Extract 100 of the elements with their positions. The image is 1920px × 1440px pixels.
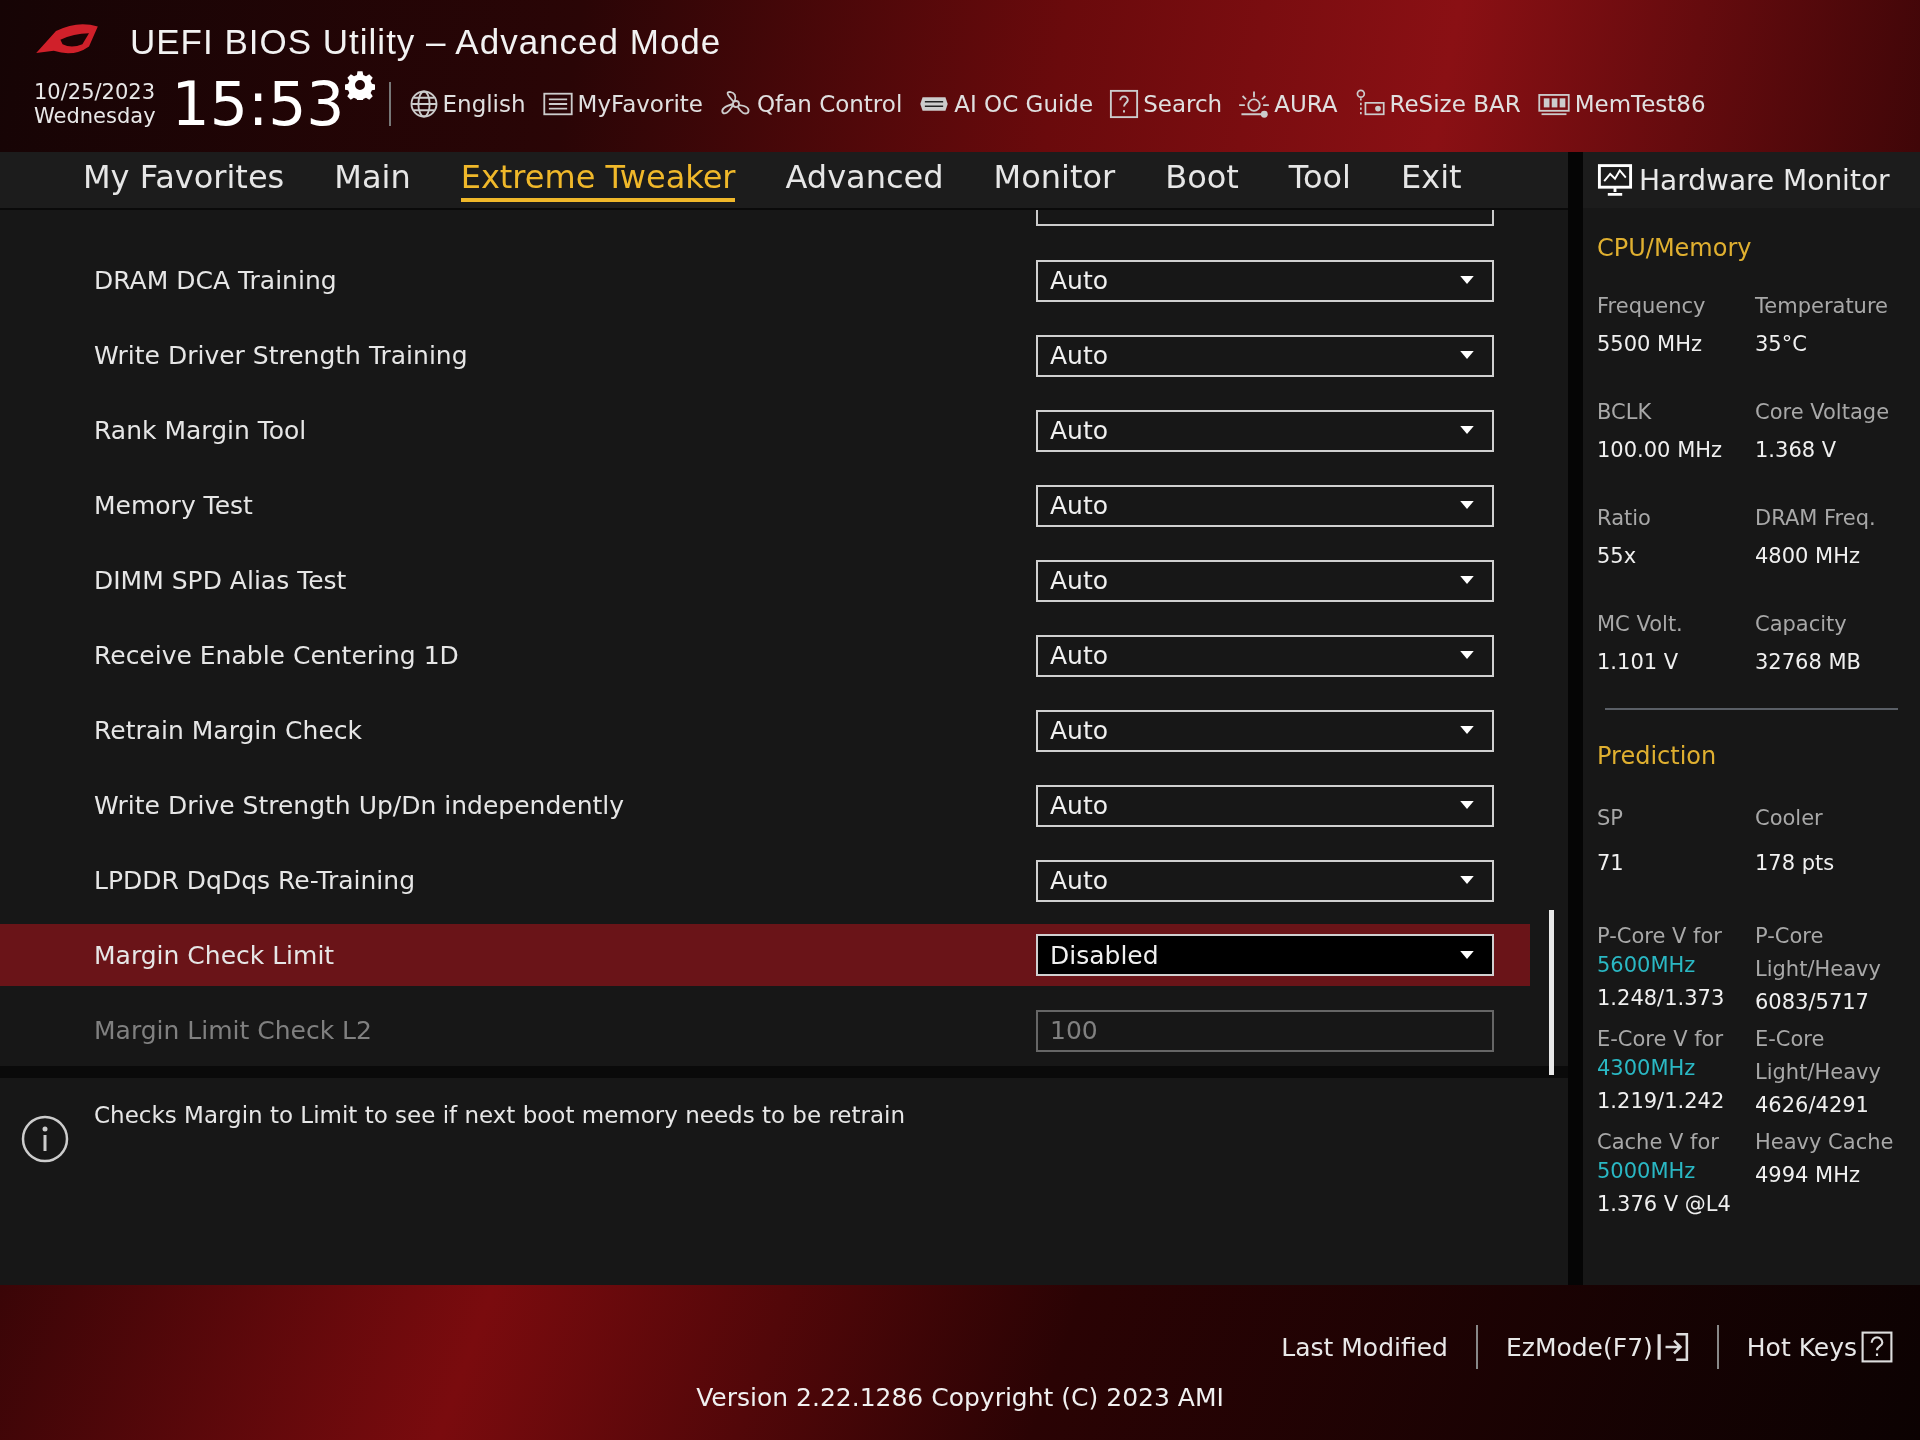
metric-label: SP	[1597, 805, 1624, 832]
metric-value: 71	[1597, 850, 1625, 877]
metric-value: 1.219/1.242	[1597, 1088, 1726, 1115]
metric-label: E-Core V for	[1597, 1026, 1725, 1053]
setting-dropdown[interactable]: Auto	[1036, 709, 1494, 752]
setting-dropdown[interactable]: Auto	[1036, 334, 1494, 377]
memory-icon	[1536, 91, 1571, 117]
nav-tab[interactable]: Tool	[1288, 158, 1351, 202]
setting-dropdown[interactable]: Auto	[1036, 859, 1494, 902]
globe-icon	[408, 89, 439, 119]
info-icon	[20, 1114, 70, 1164]
toolbar-button[interactable]: MyFavorite	[541, 90, 703, 118]
nav-tab[interactable]: Monitor	[993, 158, 1116, 202]
setting-label: Receive Enable Centering 1D	[94, 641, 459, 670]
section-title: Prediction	[1597, 742, 1718, 770]
metric-label: Ratio	[1597, 506, 1652, 530]
date-text: 10/25/2023	[34, 80, 156, 104]
nav-tab[interactable]: My Favorites	[83, 158, 285, 202]
setting-row[interactable]: Memory Test Auto	[0, 468, 1568, 543]
metric-value: 1.248/1.373	[1597, 985, 1726, 1012]
setting-dropdown[interactable]: Auto	[1036, 484, 1494, 527]
metric-value: 1.101 V	[1597, 650, 1680, 674]
toolbar-button[interactable]: English	[408, 89, 526, 119]
toolbar-button[interactable]: AURA	[1238, 89, 1338, 119]
selected-row[interactable]: Margin Check Limit Disabled	[0, 924, 1530, 986]
setting-row[interactable]: Retrain Margin Check Auto	[0, 693, 1568, 768]
setting-row[interactable]: Rank Margin Tool Auto	[0, 393, 1568, 468]
setting-label: DRAM DCA Training	[94, 266, 337, 295]
metric-value: 55x	[1597, 544, 1638, 568]
clock-time: 15:53	[171, 72, 345, 136]
setting-label: Margin Limit Check L2	[94, 1016, 372, 1045]
setting-label: Rank Margin Tool	[94, 416, 307, 445]
setting-row[interactable]: Receive Enable Centering 1D Auto	[0, 618, 1568, 693]
setting-row[interactable]: LPDDR DqDqs Re-Training Auto	[0, 843, 1568, 918]
setting-row[interactable]: Write Drive Strength Up/Dn independently Auto	[0, 768, 1568, 843]
metric-frequency: 5000MHz	[1597, 1158, 1697, 1185]
setting-dropdown[interactable]: Auto	[1036, 634, 1494, 677]
metric-value: 178 pts	[1755, 850, 1836, 877]
caret-icon	[1460, 801, 1474, 810]
metric-value: 4994 MHz	[1755, 1162, 1862, 1189]
setting-row[interactable]: DIMM SPD Alias Test Auto	[0, 543, 1568, 618]
section-title: CPU/Memory	[1597, 234, 1753, 262]
toolbar-button[interactable]: Qfan Control	[718, 89, 903, 119]
metric-value: 32768 MB	[1755, 650, 1862, 674]
nav-tab[interactable]: Advanced	[785, 158, 944, 202]
setting-label: Memory Test	[94, 491, 253, 520]
metric-label: E-Core Light/Heavy	[1755, 1026, 1882, 1086]
toolbar-button[interactable]: Search	[1109, 89, 1223, 119]
setting-dropdown[interactable]: Auto	[1036, 409, 1494, 452]
setting-label: Retrain Margin Check	[94, 716, 362, 745]
metric-label: DRAM Freq.	[1755, 506, 1877, 530]
metric-frequency: 4300MHz	[1597, 1055, 1697, 1082]
setting-dropdown[interactable]: Auto	[1036, 784, 1494, 827]
metric-label: Core Voltage	[1755, 400, 1891, 424]
metric-label: Temperature	[1755, 294, 1890, 318]
toolbar-button[interactable]: ReSize BAR	[1353, 88, 1521, 120]
setting-dropdown[interactable]: Auto	[1036, 559, 1494, 602]
monitor-icon	[1597, 163, 1633, 197]
nav-tab[interactable]: Exit	[1401, 158, 1462, 202]
metric-label: Frequency	[1597, 294, 1707, 318]
caret-icon	[1460, 726, 1474, 735]
light-icon	[1238, 89, 1271, 119]
exit-icon	[1656, 1332, 1689, 1362]
caret-icon	[1460, 576, 1474, 585]
nav-tab[interactable]: Extreme Tweaker	[460, 158, 736, 202]
caret-icon	[1460, 351, 1474, 360]
footer-button[interactable]: EzMode(F7)	[1505, 1332, 1689, 1362]
setting-label: Write Driver Strength Training	[94, 341, 468, 370]
toolbar-button[interactable]: MemTest86	[1536, 91, 1706, 117]
footer-button[interactable]: Last Modified	[1281, 1332, 1448, 1362]
footer-button[interactable]: Hot Keys	[1746, 1331, 1893, 1363]
metric-value: 100.00 MHz	[1597, 438, 1724, 462]
metric-label: Cooler	[1755, 805, 1824, 832]
window-title: UEFI BIOS Utility – Advanced Mode	[130, 22, 722, 62]
setting-label: Write Drive Strength Up/Dn independently	[94, 791, 625, 820]
caret-icon	[1460, 950, 1474, 960]
setting-dropdown[interactable]: Disabled	[1036, 934, 1494, 976]
settings-icon[interactable]	[344, 70, 375, 100]
caret-icon	[1460, 876, 1474, 885]
setting-label: DIMM SPD Alias Test	[94, 566, 347, 595]
setting-row[interactable]: Write Driver Strength Training Auto	[0, 318, 1568, 393]
panel-title: Hardware Monitor	[1639, 163, 1890, 197]
caret-icon	[1460, 501, 1474, 510]
setting-row[interactable]: DRAM DCA Training Auto	[0, 243, 1568, 318]
metric-label: Heavy Cache	[1755, 1129, 1895, 1156]
metric-value: 1.376 V @L4	[1597, 1191, 1732, 1218]
toolbar-button[interactable]: AI OC Guide	[918, 90, 1094, 118]
metric-value: 4800 MHz	[1755, 544, 1862, 568]
metric-value: 4626/4291	[1755, 1092, 1870, 1119]
weekday-text: Wednesday	[34, 104, 156, 128]
caret-icon	[1460, 426, 1474, 435]
nav-tab[interactable]: Main	[334, 158, 411, 202]
setting-label: Margin Check Limit	[94, 940, 335, 970]
metric-frequency: 5600MHz	[1597, 952, 1697, 979]
metric-label: Cache V for	[1597, 1129, 1720, 1156]
setting-dropdown[interactable]: Auto	[1036, 259, 1494, 302]
nav-tab[interactable]: Boot	[1165, 158, 1239, 202]
metric-value: 1.368 V	[1755, 438, 1838, 462]
help-text: Checks Margin to Limit to see if next boot memory needs to be retrain	[94, 1102, 906, 1128]
version-text: Version 2.22.1286 Copyright (C) 2023 AMI	[696, 1383, 1224, 1412]
